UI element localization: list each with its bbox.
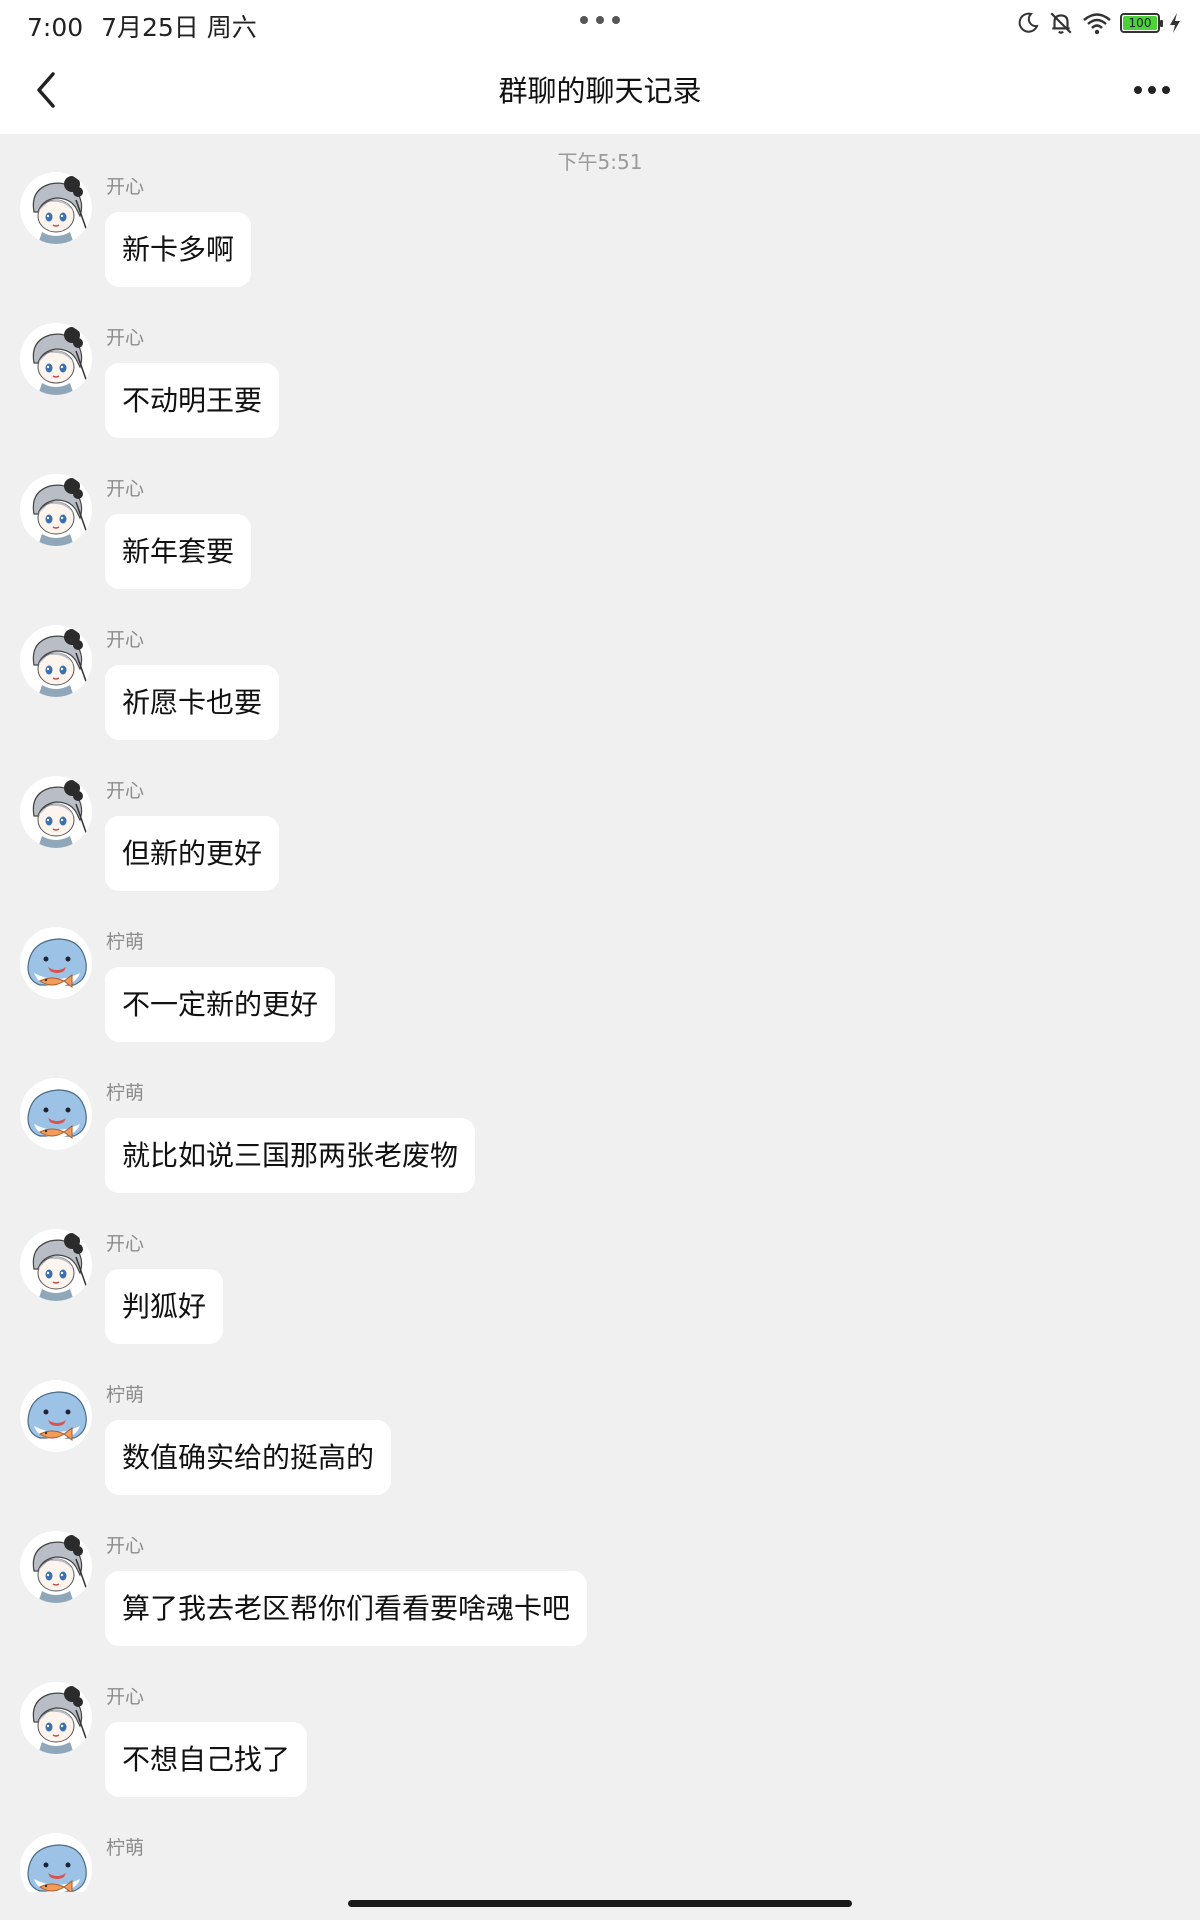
status-time: 7:00 (27, 13, 84, 42)
shark-avatar[interactable] (20, 1380, 92, 1452)
message-row: 柠萌数值确实给的挺高的 (0, 1380, 1200, 1531)
sender-name: 开心 (106, 478, 145, 500)
status-bar: 7:00 7月25日 周六 100 (0, 0, 1200, 46)
girl-avatar[interactable] (20, 172, 92, 244)
message-bubble[interactable]: 祈愿卡也要 (105, 665, 280, 740)
sender-name: 柠萌 (106, 931, 145, 953)
message-row: 开心 新年套要 (0, 474, 1200, 625)
sender-name: 开心 (106, 176, 145, 198)
more-dots-icon[interactable] (1122, 66, 1182, 114)
message-bubble[interactable]: 就比如说三国那两张老废物 (105, 1118, 476, 1193)
message-bubble[interactable]: 不一定新的更好 (105, 967, 336, 1042)
message-bubble[interactable]: 数值确实给的挺高的 (105, 1420, 392, 1495)
bell-off-icon (1050, 12, 1072, 34)
sender-name: 开心 (106, 1686, 145, 1708)
wifi-icon (1083, 13, 1111, 35)
girl-avatar[interactable] (20, 625, 92, 697)
message-row: 开心算了我去老区帮你们看看要啥魂卡吧 (0, 1531, 1200, 1682)
multitask-dots-icon[interactable] (580, 16, 620, 26)
chat-history[interactable]: 下午5:51 开心 新卡多啊 开心 不动明王要 开心 新年套要 开心 祈愿卡也要 开心 但新的更好… (0, 134, 1200, 1892)
shark-avatar[interactable] (20, 1078, 92, 1150)
girl-avatar[interactable] (20, 1531, 92, 1603)
back-button[interactable] (20, 64, 72, 116)
page-title: 群聊的聊天记录 (498, 74, 702, 108)
chevron-left-icon (37, 72, 55, 108)
message-row: 柠萌 不一定新的更好 (0, 927, 1200, 1078)
message-row: 开心 不动明王要 (0, 323, 1200, 474)
message-row: 开心 不想自己找了 (0, 1682, 1200, 1833)
moon-icon (1018, 12, 1039, 33)
message-row: 开心 但新的更好 (0, 776, 1200, 927)
home-indicator[interactable] (348, 1900, 852, 1907)
message-row: 柠萌就比如说三国那两张老废物 (0, 1078, 1200, 1229)
sender-name: 柠萌 (106, 1082, 145, 1104)
battery-level: 100 (1123, 16, 1157, 30)
sender-name: 柠萌 (106, 1837, 145, 1859)
shark-avatar[interactable] (20, 1833, 92, 1892)
girl-avatar[interactable] (20, 1229, 92, 1301)
message-row: 开心 新卡多啊 (0, 172, 1200, 323)
shark-avatar[interactable] (20, 927, 92, 999)
message-bubble[interactable]: 新年套要 (105, 514, 252, 589)
message-bubble[interactable]: 新卡多啊 (105, 212, 252, 287)
girl-avatar[interactable] (20, 323, 92, 395)
message-bubble[interactable]: 算了我去老区帮你们看看要啥魂卡吧 (105, 1571, 588, 1646)
message-row: 开心 祈愿卡也要 (0, 625, 1200, 776)
girl-avatar[interactable] (20, 1682, 92, 1754)
message-bubble[interactable]: 不想自己找了 (105, 1722, 308, 1797)
sender-name: 开心 (106, 1233, 145, 1255)
nav-bar: 群聊的聊天记录 (0, 46, 1200, 134)
message-row: 柠萌 (0, 1833, 1200, 1892)
message-bubble[interactable]: 但新的更好 (105, 816, 280, 891)
sender-name: 开心 (106, 780, 145, 802)
sender-name: 开心 (106, 1535, 145, 1557)
girl-avatar[interactable] (20, 474, 92, 546)
status-date: 7月25日 周六 (101, 13, 257, 42)
sender-name: 柠萌 (106, 1384, 145, 1406)
sender-name: 开心 (106, 629, 145, 651)
charging-icon (1170, 13, 1180, 33)
girl-avatar[interactable] (20, 776, 92, 848)
message-timestamp: 下午5:51 (557, 150, 643, 174)
battery-icon: 100 (1120, 13, 1163, 33)
message-bubble[interactable]: 判狐好 (105, 1269, 224, 1344)
message-row: 开心 判狐好 (0, 1229, 1200, 1380)
sender-name: 开心 (106, 327, 145, 349)
message-bubble[interactable]: 不动明王要 (105, 363, 280, 438)
